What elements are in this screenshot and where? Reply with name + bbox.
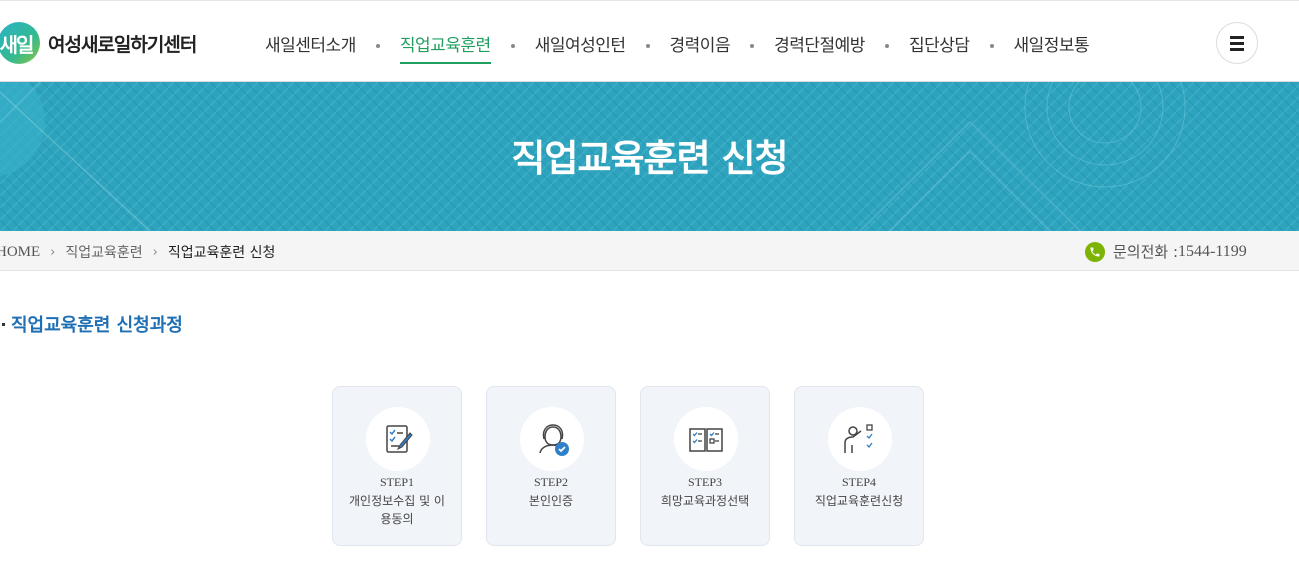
nav-item-job-training[interactable]: 직업교육훈련 — [399, 31, 491, 64]
contact-number: 1544-1199 — [1178, 242, 1247, 260]
nav-separator-dot — [884, 43, 889, 48]
checklist-pen-icon — [366, 407, 430, 471]
person-checklist-icon — [828, 407, 892, 471]
section-title-text: 직업교육훈련 신청과정 — [11, 315, 183, 336]
book-checklist-icon — [674, 407, 738, 471]
breadcrumb: HOME › 직업교육훈련 › 직업교육훈련 신청 — [0, 242, 275, 262]
person-verified-icon — [520, 407, 584, 471]
step-text: 희망교육과정선택 — [660, 494, 750, 508]
step-text: 직업교육훈련신청 — [814, 494, 904, 508]
logo-text: 여성새로일하기센터 — [48, 33, 197, 56]
step-label: STEP4 — [841, 475, 876, 489]
nav-item-center-intro[interactable]: 새일센터소개 — [265, 31, 356, 56]
nav-item-career-link[interactable]: 경력이음 — [670, 31, 731, 56]
site-header: 새일 여성새로일하기센터 새일센터소개 직업교육훈련 새일여성인턴 경력이음 경… — [0, 0, 1299, 82]
nav-item-info[interactable]: 새일정보통 — [1014, 31, 1090, 56]
section-title: 직업교육훈련 신청과정 — [2, 311, 183, 337]
logo-mark: 새일 — [0, 22, 40, 64]
chevron-right-icon: › — [152, 244, 158, 260]
breadcrumb-level1[interactable]: 직업교육훈련 — [65, 242, 142, 262]
page-banner: 직업교육훈련 신청 — [0, 82, 1299, 231]
page-title: 직업교육훈련 신청 — [511, 137, 788, 180]
hamburger-icon[interactable] — [1216, 22, 1258, 64]
nav-separator-dot — [510, 43, 515, 48]
nav-separator-dot — [750, 43, 755, 48]
logo-mark-text: 새일 — [0, 32, 34, 57]
chevron-right-icon: › — [50, 244, 56, 260]
nav-item-intern[interactable]: 새일여성인턴 — [535, 31, 626, 56]
nav-separator-dot — [645, 43, 650, 48]
breadcrumb-bar: HOME › 직업교육훈련 › 직업교육훈련 신청 문의전화 : 1544-11… — [0, 231, 1299, 271]
step-label: STEP2 — [533, 475, 568, 489]
contact-label: 문의전화 : — [1113, 243, 1179, 261]
step-label: STEP3 — [687, 475, 722, 489]
section-bullet — [2, 322, 5, 326]
step-card-3: STEP3 희망교육과정선택 — [640, 386, 770, 546]
step-card-1: STEP1 개인정보수집 및 이용동의 — [332, 386, 462, 546]
nav-separator-dot — [375, 43, 380, 48]
nav-item-career-prevention[interactable]: 경력단절예방 — [774, 31, 865, 56]
phone-icon — [1085, 241, 1105, 262]
step-label: STEP1 — [379, 475, 414, 489]
step-text: 개인정보수집 및 이용동의 — [349, 494, 445, 526]
breadcrumb-current: 직업교육훈련 신청 — [167, 245, 276, 261]
step-card-2: STEP2 본인인증 — [486, 386, 616, 546]
step-card-4: STEP4 직업교육훈련신청 — [794, 386, 924, 546]
site-logo[interactable]: 새일 여성새로일하기센터 — [0, 21, 197, 65]
step-text: 본인인증 — [528, 494, 574, 508]
nav-item-group-counseling[interactable]: 집단상담 — [909, 31, 970, 56]
contact-phone: 문의전화 : 1544-1199 — [1085, 241, 1247, 262]
main-nav: 새일센터소개 직업교육훈련 새일여성인턴 경력이음 경력단절예방 집단상담 새일… — [265, 31, 1090, 64]
nav-separator-dot — [989, 43, 994, 48]
breadcrumb-home[interactable]: HOME — [0, 244, 40, 261]
